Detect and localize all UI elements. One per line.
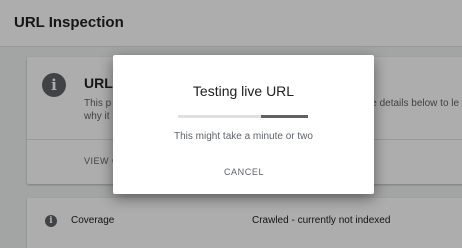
dialog-title: Testing live URL (192, 83, 295, 99)
cancel-button[interactable]: CANCEL (213, 162, 275, 182)
progress-bar (178, 115, 308, 118)
dialog-subtitle: This might take a minute or two (174, 131, 313, 142)
progress-indicator (261, 115, 308, 118)
testing-live-url-dialog: Testing live URL This might take a minut… (113, 55, 374, 194)
